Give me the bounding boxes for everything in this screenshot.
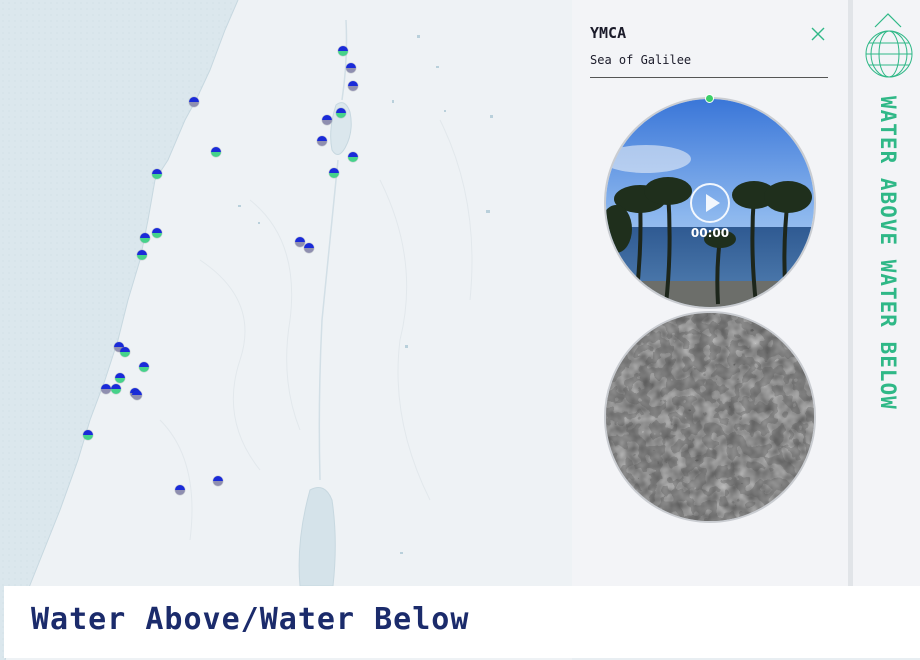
map-marker[interactable]	[152, 228, 162, 238]
chevron-up-icon[interactable]	[873, 10, 903, 30]
globe-logo-icon[interactable]	[864, 29, 914, 79]
map-marker[interactable]	[101, 384, 111, 394]
water-above-video[interactable]: 00:00	[604, 97, 816, 309]
play-icon[interactable]	[690, 183, 730, 223]
site-title: Water Above/Water Below	[31, 602, 470, 637]
sidebar: WATER ABOVE WATER BELOW	[853, 0, 920, 586]
map-marker[interactable]	[152, 169, 162, 179]
map-marker[interactable]	[317, 136, 327, 146]
map-marker[interactable]	[338, 46, 348, 56]
map-marker[interactable]	[132, 390, 142, 400]
map-marker[interactable]	[213, 476, 223, 486]
detail-panel: YMCA Sea of Galilee 00:00	[572, 0, 848, 586]
map-marker[interactable]	[83, 430, 93, 440]
close-icon[interactable]	[808, 24, 828, 44]
panel-subtitle: Sea of Galilee	[590, 53, 692, 67]
map-marker[interactable]	[346, 63, 356, 73]
vertical-site-title: WATER ABOVE WATER BELOW	[876, 96, 900, 410]
map-marker[interactable]	[140, 233, 150, 243]
map-marker[interactable]	[189, 97, 199, 107]
map-marker[interactable]	[139, 362, 149, 372]
marker-indicator	[705, 94, 714, 103]
map[interactable]	[0, 0, 572, 660]
map-basemap	[0, 0, 572, 660]
map-marker[interactable]	[120, 347, 130, 357]
map-marker[interactable]	[115, 373, 125, 383]
map-marker[interactable]	[336, 108, 346, 118]
map-marker[interactable]	[322, 115, 332, 125]
bottom-banner: Water Above/Water Below	[4, 586, 920, 658]
below-water-texture	[606, 313, 814, 521]
panel-divider	[590, 77, 828, 78]
water-below-image[interactable]	[604, 311, 816, 523]
map-marker[interactable]	[304, 243, 314, 253]
map-marker[interactable]	[329, 168, 339, 178]
map-marker[interactable]	[137, 250, 147, 260]
map-marker[interactable]	[211, 147, 221, 157]
map-marker[interactable]	[348, 152, 358, 162]
map-marker[interactable]	[175, 485, 185, 495]
panel-title: YMCA	[590, 24, 627, 42]
map-marker[interactable]	[111, 384, 121, 394]
video-timecode: 00:00	[690, 226, 730, 240]
map-marker[interactable]	[348, 81, 358, 91]
